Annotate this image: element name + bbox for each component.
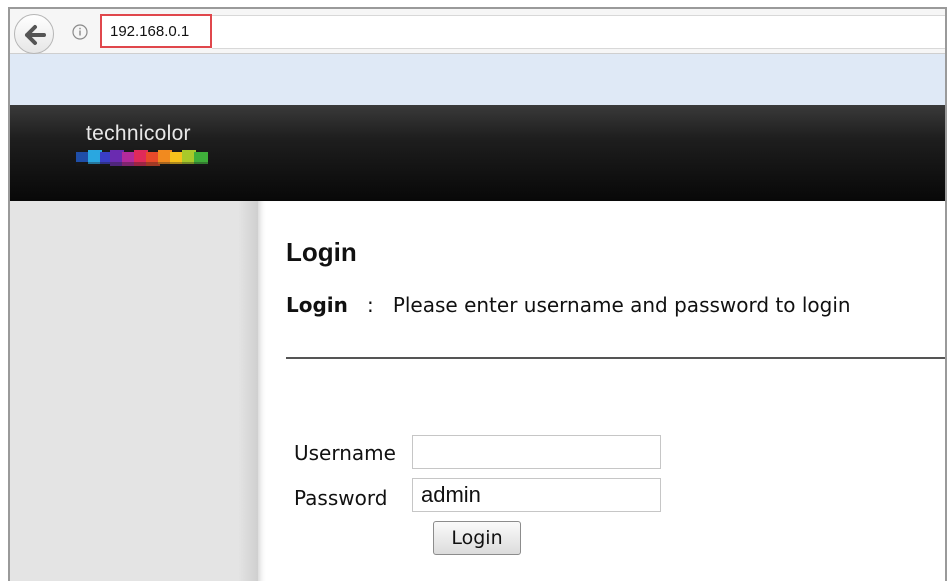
login-button[interactable]: Login [433, 521, 521, 555]
instruction-label: Login [286, 293, 348, 317]
username-input[interactable] [412, 435, 661, 469]
instruction-text: Please enter username and password to lo… [392, 293, 851, 317]
info-icon[interactable] [72, 24, 88, 40]
password-label: Password [294, 486, 388, 510]
section-divider [286, 357, 945, 359]
router-header: technicolor [10, 105, 945, 201]
username-label: Username [294, 441, 396, 465]
sidebar [10, 201, 258, 581]
back-button[interactable] [14, 14, 54, 54]
url-field-background[interactable] [212, 15, 945, 49]
password-input[interactable] [412, 478, 661, 512]
brand-logo-text: technicolor [86, 122, 191, 145]
login-content: Login Login : Please enter username and … [258, 201, 945, 581]
brand-color-bar-logo [76, 150, 208, 166]
login-instruction: Login : Please enter username and passwo… [286, 293, 851, 317]
page-title: Login [286, 237, 357, 267]
url-text: 192.168.0.1 [110, 23, 190, 40]
browser-toolbar-strip [10, 54, 945, 105]
url-highlight-box[interactable]: 192.168.0.1 [100, 14, 212, 48]
arrow-left-icon [25, 25, 46, 45]
instruction-separator: : [366, 293, 374, 317]
browser-window: 192.168.0.1 technicolor Login Login : Pl… [8, 7, 947, 581]
address-bar: 192.168.0.1 [10, 9, 945, 54]
